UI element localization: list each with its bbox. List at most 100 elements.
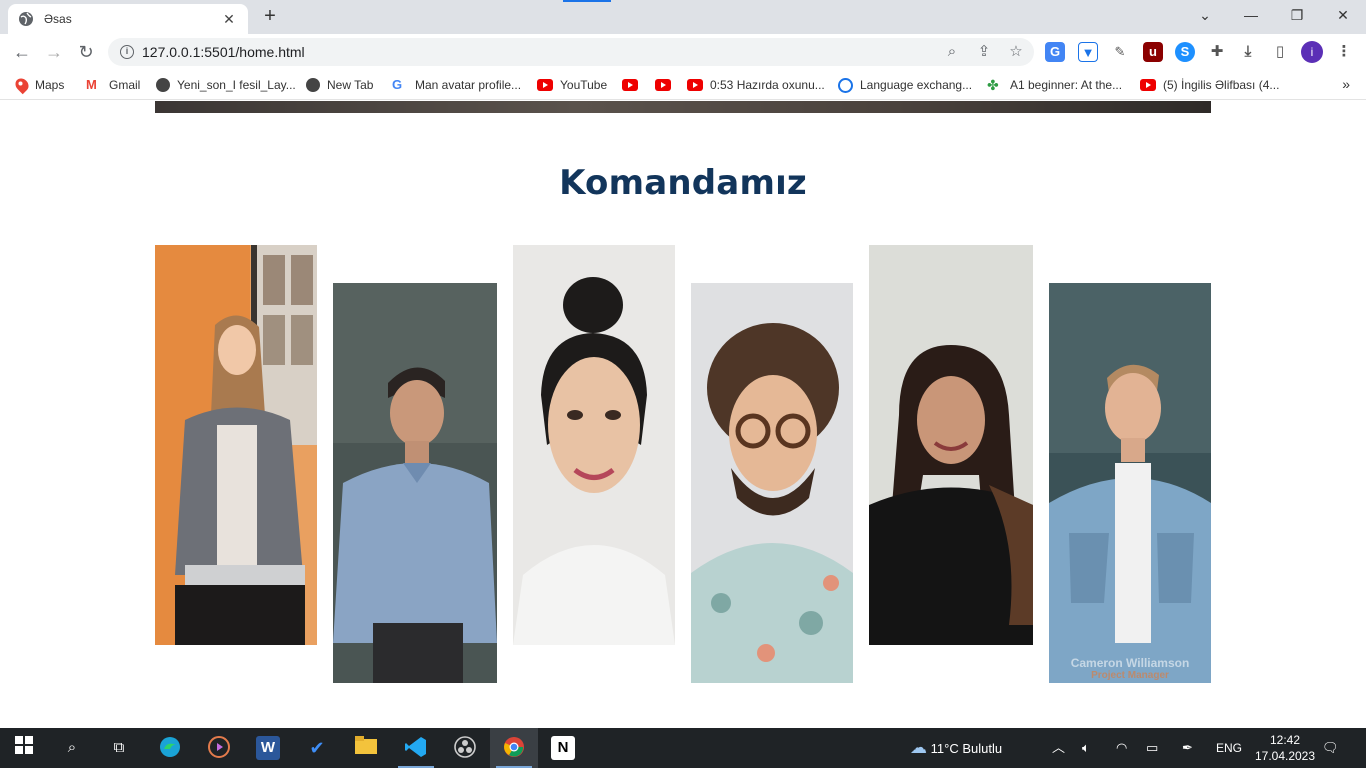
ublock-extension-icon[interactable]: u bbox=[1143, 42, 1163, 62]
team-photo-woman-1 bbox=[155, 245, 317, 645]
wifi-icon[interactable]: ◠ bbox=[1116, 728, 1127, 768]
bookmark-item[interactable]: M Gmail bbox=[86, 76, 140, 94]
google-icon: G bbox=[392, 77, 403, 92]
team-caption: Cameron Williamson Project Manager bbox=[1049, 650, 1211, 683]
profile-avatar[interactable]: i bbox=[1301, 41, 1323, 63]
youtube-icon bbox=[1140, 79, 1156, 91]
team-photo-man-2 bbox=[691, 283, 853, 683]
extensions-puzzle-icon[interactable]: ✚ bbox=[1207, 42, 1227, 62]
zoom-icon[interactable]: ⌕ bbox=[942, 42, 962, 62]
tab-search-icon[interactable]: ⌄ bbox=[1190, 4, 1220, 26]
bookmark-label: Maps bbox=[35, 78, 65, 92]
weather-widget[interactable]: ☁ 11°C Bulutlu bbox=[910, 728, 1002, 768]
team-photo-man-1 bbox=[333, 283, 497, 683]
notifications-icon[interactable]: 🗨︎ bbox=[1322, 728, 1339, 768]
bookmark-item[interactable]: ✤ A1 beginner: At the... bbox=[987, 76, 1122, 94]
bookmark-label: A1 beginner: At the... bbox=[1010, 78, 1123, 92]
more-bookmarks-icon[interactable]: » bbox=[1342, 76, 1350, 92]
clock-date: 17.04.2023 bbox=[1254, 749, 1316, 763]
vscode-icon[interactable] bbox=[404, 736, 428, 760]
language-indicator[interactable]: ENG bbox=[1216, 728, 1242, 768]
todo-icon[interactable]: ✔ bbox=[305, 736, 329, 760]
youtube-icon bbox=[655, 79, 671, 91]
system-clock[interactable]: 12:42 17.04.2023 bbox=[1250, 732, 1320, 764]
bookmark-star-icon[interactable]: ☆ bbox=[1006, 42, 1026, 62]
bookmark-item[interactable]: G Man avatar profile... bbox=[392, 76, 521, 94]
url-text: 127.0.0.1:5501/home.html bbox=[142, 44, 305, 60]
youtube-icon bbox=[537, 79, 553, 91]
hero-image-bottom bbox=[155, 101, 1211, 113]
pen-icon[interactable]: ✒ bbox=[1182, 728, 1193, 768]
globe-icon bbox=[306, 78, 320, 92]
bookmarks-bar: Maps M Gmail Yeni_son_I fesil_Lay... New… bbox=[0, 70, 1366, 100]
bookmark-label: Man avatar profile... bbox=[415, 78, 522, 92]
team-photo-woman-2 bbox=[513, 245, 675, 645]
bookmark-item[interactable] bbox=[655, 76, 678, 94]
task-view-icon[interactable]: ⧉ bbox=[107, 736, 131, 760]
globe-icon bbox=[19, 12, 33, 26]
windows-taskbar: ⌕ ⧉ W ✔ N ☁ 11°C Bulutlu ︿ 🔈︎ ◠ ▭ ✒ ENG … bbox=[0, 728, 1366, 768]
shield-extension-icon[interactable]: ▼ bbox=[1078, 42, 1098, 62]
restore-button[interactable]: ❐ bbox=[1282, 4, 1312, 26]
eyedropper-extension-icon[interactable]: ✎ bbox=[1110, 42, 1130, 62]
battery-icon[interactable]: ▭ bbox=[1146, 728, 1158, 768]
download-icon[interactable]: ⤓ bbox=[1238, 42, 1258, 62]
chevron-up-icon[interactable]: ︿ bbox=[1052, 728, 1065, 768]
bookmark-label: Language exchang... bbox=[860, 78, 973, 92]
team-photo-man-3: Cameron Williamson Project Manager bbox=[1049, 283, 1211, 683]
reload-icon[interactable]: ↻ bbox=[74, 41, 98, 63]
bookmark-label: 0:53 Hazırda oxunu... bbox=[710, 78, 825, 92]
file-explorer-icon[interactable] bbox=[354, 736, 378, 760]
obs-icon[interactable] bbox=[453, 736, 477, 760]
bookmark-label: YouTube bbox=[560, 78, 608, 92]
gmail-icon: M bbox=[86, 77, 97, 92]
menu-kebab-icon[interactable]: ⋮ bbox=[1334, 42, 1354, 62]
forward-icon[interactable]: → bbox=[42, 41, 66, 63]
windows-start-icon[interactable] bbox=[12, 736, 36, 760]
bookmark-item[interactable]: Language exchang... bbox=[838, 76, 972, 94]
bookmark-item[interactable] bbox=[622, 76, 645, 94]
browser-tab[interactable]: Əsas ✕ bbox=[8, 4, 248, 34]
browser-tab-strip: Əsas ✕ + ⌄ — ❐ ✕ bbox=[0, 0, 1366, 34]
bookmark-label: Gmail bbox=[109, 78, 141, 92]
word-icon[interactable]: W bbox=[256, 736, 280, 760]
shazam-extension-icon[interactable]: S bbox=[1175, 42, 1195, 62]
notion-icon[interactable]: N bbox=[551, 736, 575, 760]
back-icon[interactable]: ← bbox=[10, 41, 34, 63]
bookmark-item[interactable]: Maps bbox=[12, 75, 65, 95]
close-tab-icon[interactable]: ✕ bbox=[220, 11, 238, 28]
youtube-icon bbox=[622, 79, 638, 91]
page-content: Komandamız Cameron Williamson Project Ma… bbox=[0, 101, 1366, 728]
bookmark-item[interactable]: Yeni_son_I fesil_Lay... bbox=[156, 76, 296, 94]
site-info-icon[interactable]: i bbox=[120, 45, 134, 59]
team-member-name: Cameron Williamson bbox=[1070, 656, 1190, 670]
tab-title: Əsas bbox=[44, 12, 72, 26]
address-bar[interactable]: i 127.0.0.1:5501/home.html ⌕ ⇪ ☆ bbox=[108, 38, 1034, 66]
translate-extension-icon[interactable]: G bbox=[1045, 42, 1065, 62]
youtube-icon bbox=[687, 79, 703, 91]
edge-icon[interactable] bbox=[158, 736, 182, 760]
team-member-role: Project Manager bbox=[1091, 670, 1169, 681]
bookmark-item[interactable]: YouTube bbox=[537, 76, 607, 94]
clover-icon: ✤ bbox=[987, 77, 999, 93]
bookmark-item[interactable]: New Tab bbox=[306, 76, 373, 94]
new-tab-button[interactable]: + bbox=[259, 6, 281, 28]
bookmark-label: New Tab bbox=[327, 78, 374, 92]
team-photo-woman-3 bbox=[869, 245, 1033, 645]
globe-icon bbox=[156, 78, 170, 92]
bookmark-item[interactable]: (5) İngilis Əlifbası (4... bbox=[1140, 76, 1279, 94]
weather-text: 11°C Bulutlu bbox=[930, 741, 1003, 756]
clock-time: 12:42 bbox=[1269, 733, 1301, 747]
cloud-icon: ☁ bbox=[910, 738, 927, 757]
bookmark-label: Yeni_son_I fesil_Lay... bbox=[177, 78, 296, 92]
close-window-button[interactable]: ✕ bbox=[1328, 4, 1358, 26]
volume-icon[interactable]: 🔈︎ bbox=[1082, 728, 1090, 768]
search-icon[interactable]: ⌕ bbox=[60, 736, 84, 760]
side-panel-icon[interactable]: ▯ bbox=[1270, 42, 1290, 62]
media-player-icon[interactable] bbox=[207, 736, 231, 760]
bookmark-item[interactable]: 0:53 Hazırda oxunu... bbox=[687, 76, 825, 94]
minimize-button[interactable]: — bbox=[1236, 4, 1266, 26]
maps-icon bbox=[12, 75, 32, 95]
share-icon[interactable]: ⇪ bbox=[974, 42, 994, 62]
chrome-icon[interactable] bbox=[502, 736, 526, 760]
